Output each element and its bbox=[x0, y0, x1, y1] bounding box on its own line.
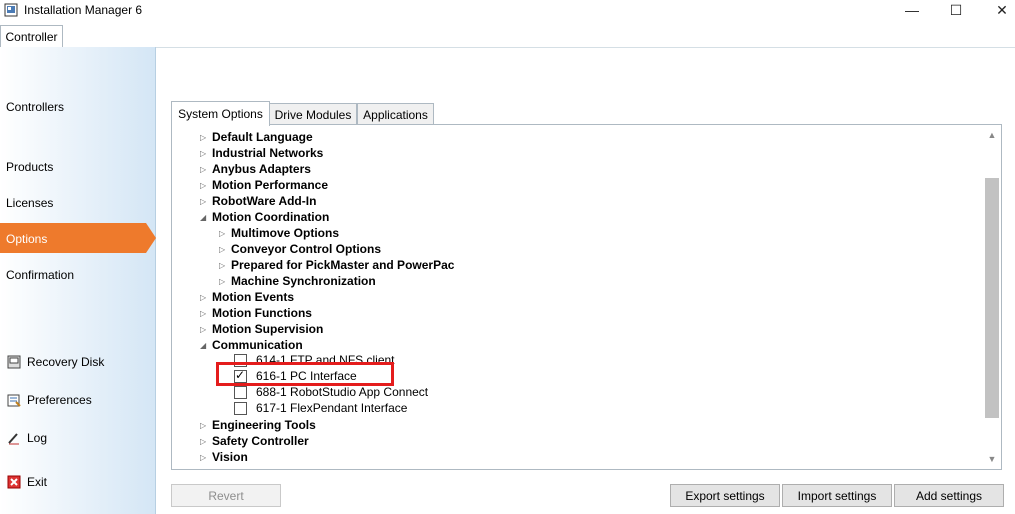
log-button[interactable]: Log bbox=[6, 430, 47, 446]
option-617-checkbox[interactable]: 617-1 FlexPendant Interface bbox=[234, 400, 407, 416]
collapse-icon: ◢ bbox=[200, 212, 207, 222]
expand-icon: ▷ bbox=[219, 276, 226, 286]
expand-icon: ▷ bbox=[219, 260, 226, 270]
expand-icon: ▷ bbox=[200, 436, 207, 446]
highlight-box bbox=[216, 362, 394, 386]
active-indicator bbox=[146, 223, 156, 253]
expand-icon: ▷ bbox=[200, 324, 207, 334]
preferences-icon bbox=[6, 392, 22, 408]
tree-node[interactable]: ▷ Machine Synchronization bbox=[219, 273, 376, 289]
recovery-disk-button[interactable]: Recovery Disk bbox=[6, 354, 104, 370]
tree-node[interactable]: ▷ Industrial Networks bbox=[200, 145, 323, 161]
tree-node[interactable]: ▷ Engineering Tools bbox=[200, 417, 316, 433]
expand-icon: ▷ bbox=[219, 228, 226, 238]
exit-icon bbox=[6, 474, 22, 490]
tree-node[interactable]: ▷ Default Language bbox=[200, 129, 313, 145]
expand-icon: ▷ bbox=[200, 420, 207, 430]
sidebar-item-licenses[interactable]: Licenses bbox=[6, 196, 53, 210]
tree-node[interactable]: ▷ Anybus Adapters bbox=[200, 161, 311, 177]
tree-node[interactable]: ▷ Safety Controller bbox=[200, 433, 309, 449]
tab-controller[interactable]: Controller bbox=[0, 25, 63, 47]
import-settings-button[interactable]: Import settings bbox=[782, 484, 892, 507]
tree-node[interactable]: ◢ Motion Coordination bbox=[200, 209, 329, 225]
tree-node[interactable]: ▷ Multimove Options bbox=[219, 225, 339, 241]
top-tab-strip bbox=[0, 23, 1015, 48]
option-688-checkbox[interactable]: 688-1 RobotStudio App Connect bbox=[234, 384, 428, 400]
window-title: Installation Manager 6 bbox=[24, 3, 143, 17]
tree-node[interactable]: ▷ RobotWare Add-In bbox=[200, 193, 316, 209]
tree-node[interactable]: ▷ Motion Supervision bbox=[200, 321, 323, 337]
preferences-button[interactable]: Preferences bbox=[6, 392, 92, 408]
tree-node[interactable]: ◢ Communication bbox=[200, 337, 303, 353]
app-icon bbox=[4, 3, 18, 17]
title-bar: Installation Manager 6 — ☐ ✕ bbox=[0, 0, 1015, 22]
revert-button[interactable]: Revert bbox=[171, 484, 281, 507]
exit-button[interactable]: Exit bbox=[6, 474, 47, 490]
sidebar-item-confirmation[interactable]: Confirmation bbox=[6, 268, 74, 282]
maximize-button[interactable]: ☐ bbox=[933, 0, 979, 20]
export-settings-button[interactable]: Export settings bbox=[670, 484, 780, 507]
recovery-disk-label: Recovery Disk bbox=[27, 355, 105, 369]
close-button[interactable]: ✕ bbox=[979, 0, 1015, 20]
checkbox-unchecked-icon bbox=[234, 385, 247, 399]
scroll-down-icon[interactable]: ▼ bbox=[985, 452, 999, 466]
add-settings-button[interactable]: Add settings bbox=[894, 484, 1004, 507]
scroll-up-icon[interactable]: ▲ bbox=[985, 128, 999, 142]
expand-icon: ▷ bbox=[200, 148, 207, 158]
sidebar-item-options-label: Options bbox=[6, 232, 48, 246]
minimize-button[interactable]: — bbox=[889, 0, 935, 20]
tree-node[interactable]: ▷ Motion Events bbox=[200, 289, 294, 305]
preferences-label: Preferences bbox=[27, 393, 92, 407]
scrollbar-thumb[interactable] bbox=[985, 178, 999, 418]
tab-system-options[interactable]: System Options bbox=[171, 101, 270, 126]
expand-icon: ▷ bbox=[200, 452, 207, 462]
tree-node[interactable]: ▷ Conveyor Control Options bbox=[219, 241, 381, 257]
sidebar-item-products[interactable]: Products bbox=[6, 160, 53, 174]
exit-label: Exit bbox=[27, 475, 48, 489]
expand-icon: ▷ bbox=[219, 244, 226, 254]
recovery-disk-icon bbox=[6, 354, 22, 370]
tree-node[interactable]: ▷ Prepared for PickMaster and PowerPac bbox=[219, 257, 454, 273]
expand-icon: ▷ bbox=[200, 292, 207, 302]
tab-drive-modules[interactable]: Drive Modules bbox=[269, 103, 357, 125]
sidebar-item-controllers[interactable]: Controllers bbox=[6, 100, 64, 114]
checkbox-unchecked-icon bbox=[234, 401, 247, 415]
collapse-icon: ◢ bbox=[200, 340, 207, 350]
tree-node[interactable]: ▷ Motion Functions bbox=[200, 305, 312, 321]
expand-icon: ▷ bbox=[200, 196, 207, 206]
tree-node[interactable]: ▷ Motion Performance bbox=[200, 177, 328, 193]
expand-icon: ▷ bbox=[200, 308, 207, 318]
tab-applications[interactable]: Applications bbox=[357, 103, 434, 125]
expand-icon: ▷ bbox=[200, 180, 207, 190]
expand-icon: ▷ bbox=[200, 164, 207, 174]
log-icon bbox=[6, 430, 22, 446]
expand-icon: ▷ bbox=[200, 132, 207, 142]
tree-node[interactable]: ▷ Vision bbox=[200, 449, 248, 465]
log-label: Log bbox=[27, 431, 48, 445]
